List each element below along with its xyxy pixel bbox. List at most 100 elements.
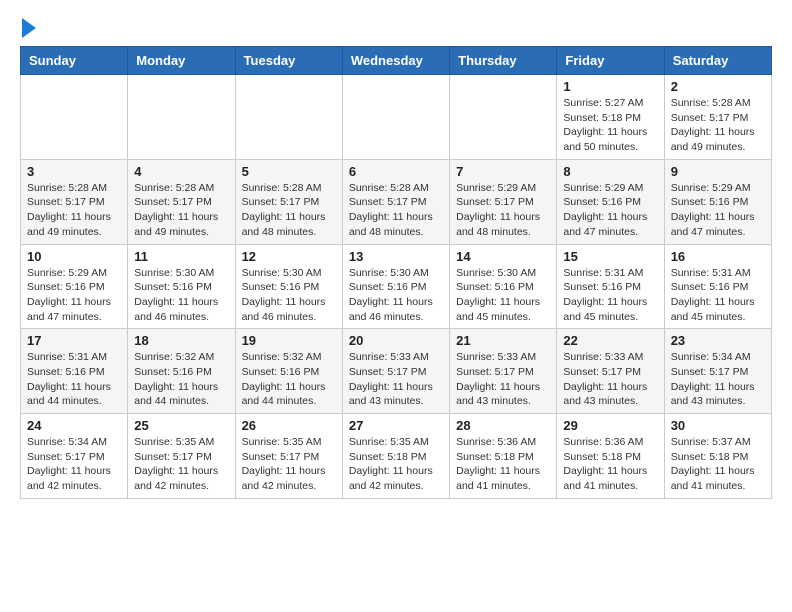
day-number: 27 (349, 418, 443, 433)
weekday-header-row: SundayMondayTuesdayWednesdayThursdayFrid… (21, 47, 772, 75)
calendar-cell: 7Sunrise: 5:29 AMSunset: 5:17 PMDaylight… (450, 159, 557, 244)
day-info: Sunrise: 5:31 AMSunset: 5:16 PMDaylight:… (27, 350, 121, 409)
day-info: Sunrise: 5:33 AMSunset: 5:17 PMDaylight:… (563, 350, 657, 409)
day-number: 2 (671, 79, 765, 94)
calendar-cell: 15 Sunrise: 5:31 AMSunset: 5:16 PMDayligh… (557, 244, 664, 329)
calendar-cell: 10 Sunrise: 5:29 AMSunset: 5:16 PMDayligh… (21, 244, 128, 329)
calendar-cell: 21Sunrise: 5:33 AMSunset: 5:17 PMDayligh… (450, 329, 557, 414)
calendar-cell: 26Sunrise: 5:35 AMSunset: 5:17 PMDayligh… (235, 414, 342, 499)
weekday-header: Saturday (664, 47, 771, 75)
calendar-cell: 8Sunrise: 5:29 AMSunset: 5:16 PMDaylight… (557, 159, 664, 244)
calendar-cell: 3Sunrise: 5:28 AMSunset: 5:17 PMDaylight… (21, 159, 128, 244)
day-info: Sunrise: 5:28 AMSunset: 5:17 PMDaylight:… (242, 181, 336, 240)
calendar-cell: 27 Sunrise: 5:35 AMSunset: 5:18 PMDayligh… (342, 414, 449, 499)
calendar-cell: 1 Sunrise: 5:27 AMSunset: 5:18 PMDaylight… (557, 75, 664, 160)
day-number: 28 (456, 418, 550, 433)
day-number: 12 (242, 249, 336, 264)
day-info: Sunrise: 5:28 AMSunset: 5:17 PMDaylight:… (134, 181, 228, 240)
day-info: Sunrise: 5:29 AMSunset: 5:16 PMDaylight:… (671, 181, 765, 240)
weekday-header: Monday (128, 47, 235, 75)
calendar-week-row: 17 Sunrise: 5:31 AMSunset: 5:16 PMDayligh… (21, 329, 772, 414)
calendar-cell: 30 Sunrise: 5:37 AMSunset: 5:18 PMDayligh… (664, 414, 771, 499)
calendar-week-row: 1 Sunrise: 5:27 AMSunset: 5:18 PMDaylight… (21, 75, 772, 160)
day-info: Sunrise: 5:34 AMSunset: 5:17 PMDaylight:… (27, 435, 121, 494)
calendar-cell: 29Sunrise: 5:36 AMSunset: 5:18 PMDayligh… (557, 414, 664, 499)
day-info: Sunrise: 5:31 AMSunset: 5:16 PMDaylight:… (671, 266, 765, 325)
day-number: 1 (563, 79, 657, 94)
day-number: 10 (27, 249, 121, 264)
calendar-cell (21, 75, 128, 160)
logo-arrow-icon (22, 18, 36, 38)
day-info: Sunrise: 5:27 AMSunset: 5:18 PMDaylight:… (563, 96, 657, 155)
calendar-cell (450, 75, 557, 160)
calendar-cell: 2Sunrise: 5:28 AMSunset: 5:17 PMDaylight… (664, 75, 771, 160)
calendar-cell: 9 Sunrise: 5:29 AMSunset: 5:16 PMDaylight… (664, 159, 771, 244)
day-number: 29 (563, 418, 657, 433)
calendar-cell (128, 75, 235, 160)
day-info: Sunrise: 5:32 AMSunset: 5:16 PMDaylight:… (242, 350, 336, 409)
day-number: 18 (134, 333, 228, 348)
weekday-header: Friday (557, 47, 664, 75)
calendar-cell: 4 Sunrise: 5:28 AMSunset: 5:17 PMDaylight… (128, 159, 235, 244)
calendar-cell: 5 Sunrise: 5:28 AMSunset: 5:17 PMDaylight… (235, 159, 342, 244)
calendar-cell: 25Sunrise: 5:35 AMSunset: 5:17 PMDayligh… (128, 414, 235, 499)
day-info: Sunrise: 5:29 AMSunset: 5:17 PMDaylight:… (456, 181, 550, 240)
calendar-cell: 19Sunrise: 5:32 AMSunset: 5:16 PMDayligh… (235, 329, 342, 414)
weekday-header: Thursday (450, 47, 557, 75)
day-info: Sunrise: 5:33 AMSunset: 5:17 PMDaylight:… (456, 350, 550, 409)
day-number: 4 (134, 164, 228, 179)
day-info: Sunrise: 5:30 AMSunset: 5:16 PMDaylight:… (456, 266, 550, 325)
day-info: Sunrise: 5:33 AMSunset: 5:17 PMDaylight:… (349, 350, 443, 409)
calendar-cell: 11 Sunrise: 5:30 AMSunset: 5:16 PMDayligh… (128, 244, 235, 329)
calendar-cell: 16 Sunrise: 5:31 AMSunset: 5:16 PMDayligh… (664, 244, 771, 329)
calendar-cell (235, 75, 342, 160)
day-info: Sunrise: 5:35 AMSunset: 5:18 PMDaylight:… (349, 435, 443, 494)
calendar-week-row: 24 Sunrise: 5:34 AMSunset: 5:17 PMDayligh… (21, 414, 772, 499)
calendar-cell: 23 Sunrise: 5:34 AMSunset: 5:17 PMDayligh… (664, 329, 771, 414)
calendar-header: SundayMondayTuesdayWednesdayThursdayFrid… (21, 47, 772, 75)
day-info: Sunrise: 5:29 AMSunset: 5:16 PMDaylight:… (27, 266, 121, 325)
weekday-header: Wednesday (342, 47, 449, 75)
day-number: 23 (671, 333, 765, 348)
weekday-header: Sunday (21, 47, 128, 75)
calendar-cell: 24 Sunrise: 5:34 AMSunset: 5:17 PMDayligh… (21, 414, 128, 499)
day-info: Sunrise: 5:30 AMSunset: 5:16 PMDaylight:… (242, 266, 336, 325)
day-info: Sunrise: 5:28 AMSunset: 5:17 PMDaylight:… (27, 181, 121, 240)
calendar-cell: 20Sunrise: 5:33 AMSunset: 5:17 PMDayligh… (342, 329, 449, 414)
day-info: Sunrise: 5:35 AMSunset: 5:17 PMDaylight:… (134, 435, 228, 494)
day-info: Sunrise: 5:30 AMSunset: 5:16 PMDaylight:… (134, 266, 228, 325)
page: SundayMondayTuesdayWednesdayThursdayFrid… (0, 0, 792, 515)
day-number: 24 (27, 418, 121, 433)
day-info: Sunrise: 5:31 AMSunset: 5:16 PMDaylight:… (563, 266, 657, 325)
day-info: Sunrise: 5:34 AMSunset: 5:17 PMDaylight:… (671, 350, 765, 409)
day-number: 15 (563, 249, 657, 264)
day-number: 6 (349, 164, 443, 179)
calendar-week-row: 3Sunrise: 5:28 AMSunset: 5:17 PMDaylight… (21, 159, 772, 244)
day-number: 17 (27, 333, 121, 348)
calendar-cell: 22 Sunrise: 5:33 AMSunset: 5:17 PMDayligh… (557, 329, 664, 414)
day-number: 9 (671, 164, 765, 179)
calendar-cell: 6 Sunrise: 5:28 AMSunset: 5:17 PMDaylight… (342, 159, 449, 244)
day-number: 16 (671, 249, 765, 264)
day-info: Sunrise: 5:30 AMSunset: 5:16 PMDaylight:… (349, 266, 443, 325)
day-info: Sunrise: 5:36 AMSunset: 5:18 PMDaylight:… (456, 435, 550, 494)
day-number: 8 (563, 164, 657, 179)
day-info: Sunrise: 5:37 AMSunset: 5:18 PMDaylight:… (671, 435, 765, 494)
day-number: 22 (563, 333, 657, 348)
day-number: 5 (242, 164, 336, 179)
calendar-week-row: 10 Sunrise: 5:29 AMSunset: 5:16 PMDayligh… (21, 244, 772, 329)
calendar-cell: 13 Sunrise: 5:30 AMSunset: 5:16 PMDayligh… (342, 244, 449, 329)
day-number: 30 (671, 418, 765, 433)
calendar-cell: 18Sunrise: 5:32 AMSunset: 5:16 PMDayligh… (128, 329, 235, 414)
calendar-cell: 14 Sunrise: 5:30 AMSunset: 5:16 PMDayligh… (450, 244, 557, 329)
calendar: SundayMondayTuesdayWednesdayThursdayFrid… (20, 46, 772, 499)
calendar-cell (342, 75, 449, 160)
calendar-cell: 17 Sunrise: 5:31 AMSunset: 5:16 PMDayligh… (21, 329, 128, 414)
calendar-cell: 12 Sunrise: 5:30 AMSunset: 5:16 PMDayligh… (235, 244, 342, 329)
weekday-header: Tuesday (235, 47, 342, 75)
day-number: 13 (349, 249, 443, 264)
day-info: Sunrise: 5:28 AMSunset: 5:17 PMDaylight:… (349, 181, 443, 240)
calendar-cell: 28 Sunrise: 5:36 AMSunset: 5:18 PMDayligh… (450, 414, 557, 499)
day-number: 11 (134, 249, 228, 264)
day-number: 14 (456, 249, 550, 264)
